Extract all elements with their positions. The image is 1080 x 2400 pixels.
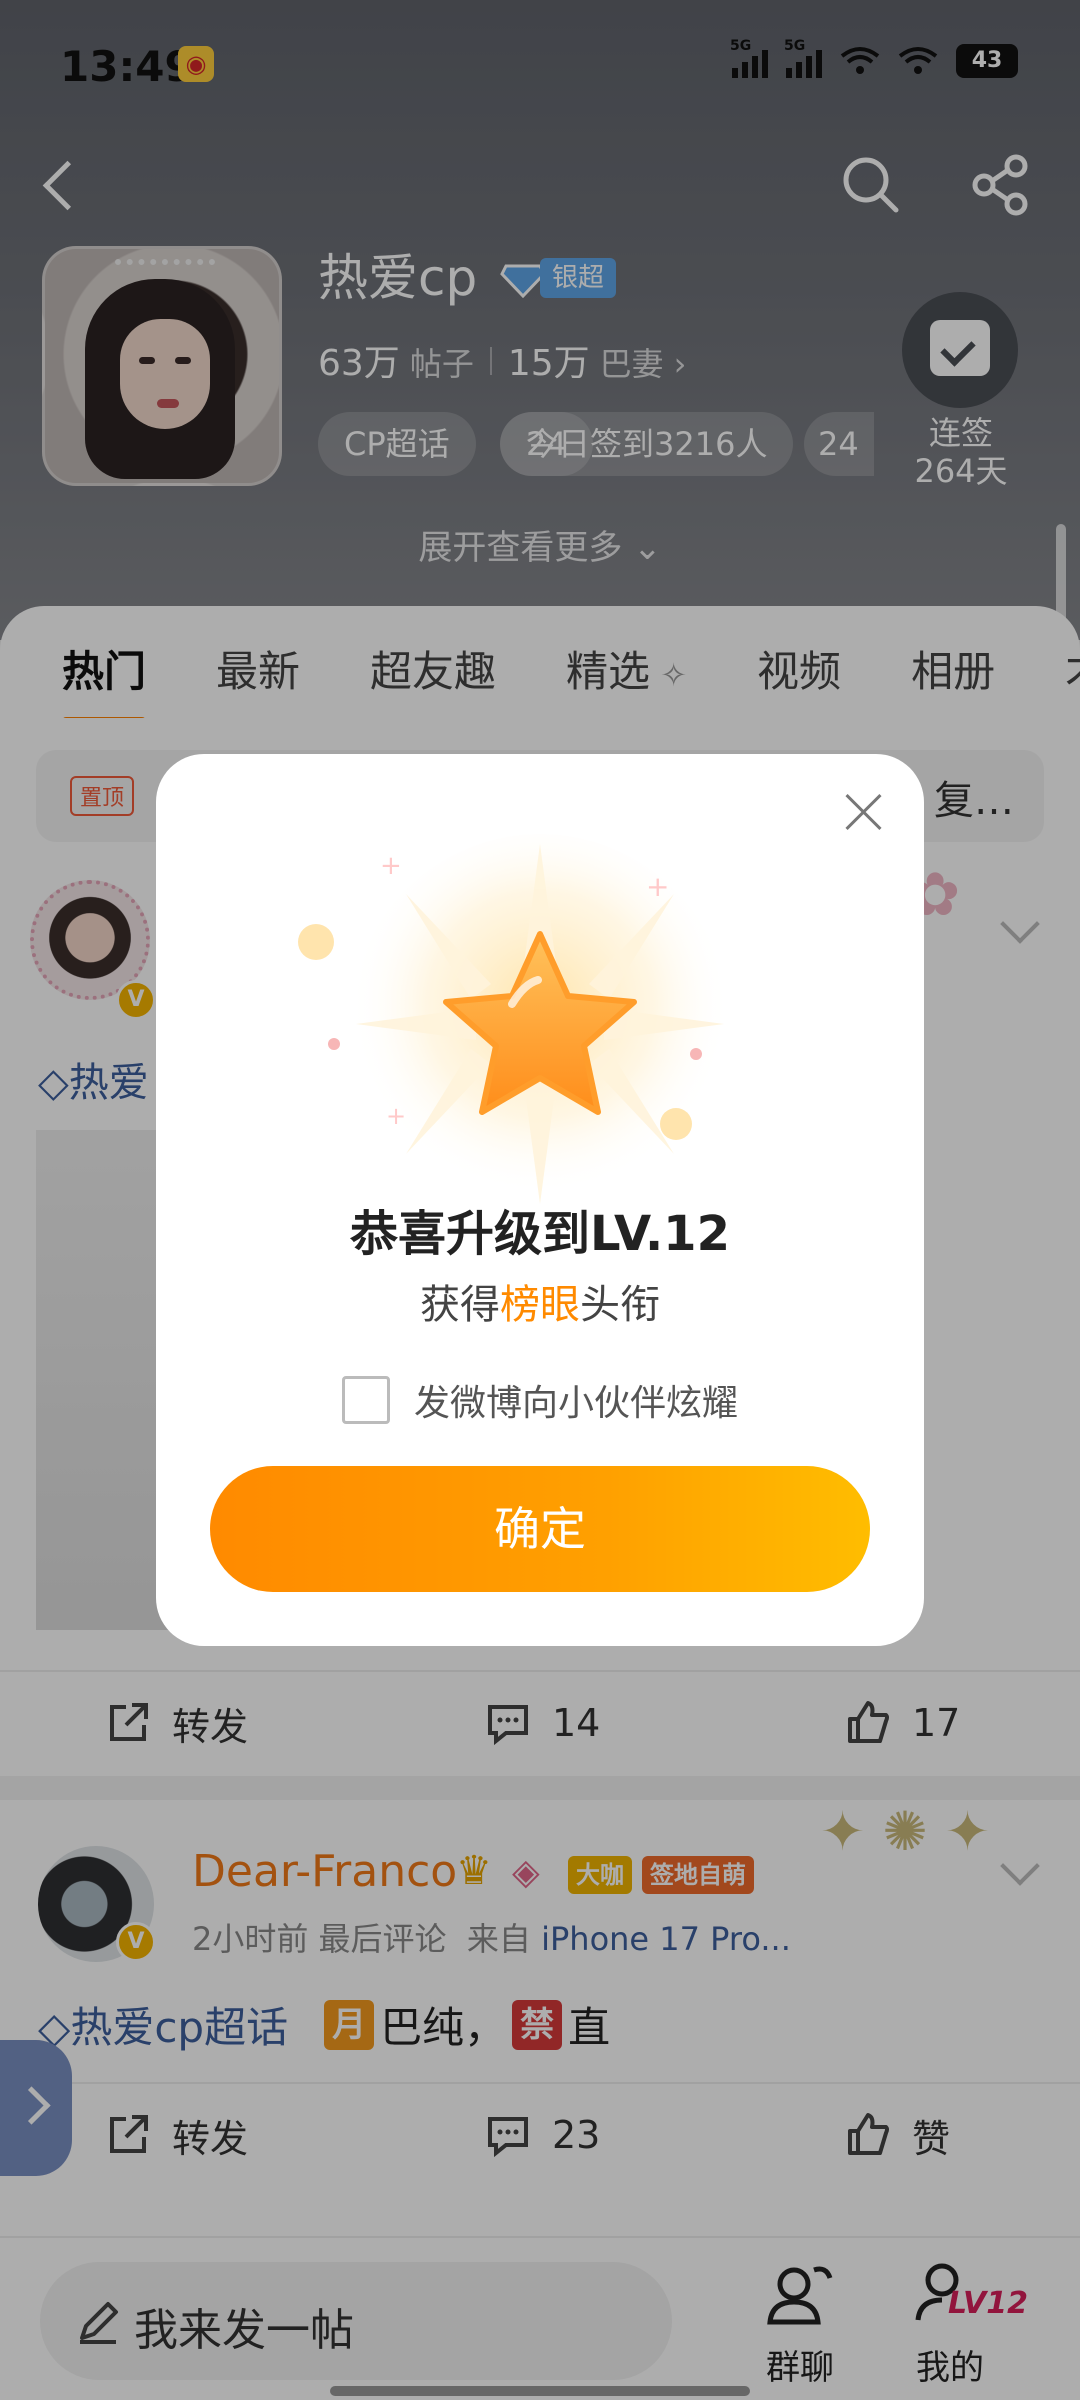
share-checkbox[interactable]: [342, 1376, 390, 1424]
svg-text:+: +: [646, 870, 669, 903]
share-label: 发微博向小伙伴炫耀: [414, 1383, 739, 1424]
dialog-title: 恭喜升级到LV.12: [350, 1206, 730, 1262]
title-highlight: 榜眼: [500, 1282, 580, 1328]
confirm-button[interactable]: 确定: [210, 1466, 870, 1592]
close-button[interactable]: [836, 784, 892, 840]
svg-text:+: +: [380, 851, 402, 881]
level-up-dialog: + + + 恭喜升级到LV.12 获得榜眼头衔 发微博向小伙伴炫耀 确定: [156, 754, 924, 1646]
dialog-subtitle: 获得榜眼头衔: [420, 1282, 660, 1328]
star-icon: + + +: [298, 834, 730, 1214]
svg-text:+: +: [386, 1102, 406, 1130]
share-option[interactable]: 发微博向小伙伴炫耀: [342, 1374, 738, 1426]
